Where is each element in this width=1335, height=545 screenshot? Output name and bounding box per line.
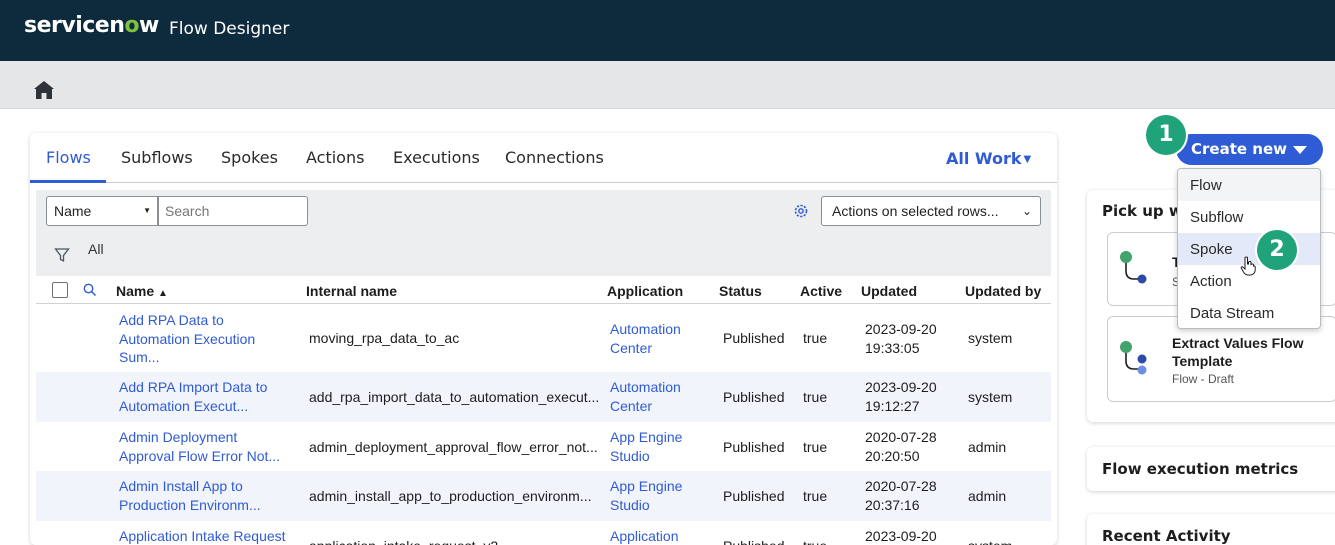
column-header-name[interactable]: Name ▲ [116,283,168,299]
app-title: Flow Designer [169,19,290,39]
flows-list-card: Flows Subflows Spokes Actions Executions… [30,133,1057,545]
application-link[interactable]: Application [610,527,679,545]
flow-icon [1120,251,1147,284]
search-input[interactable] [158,196,308,226]
column-header-status[interactable]: Status [719,283,762,299]
list-toolbar: Name▼ Actions on selected rows...⌄ All [36,190,1051,276]
status: Published [723,488,785,504]
table-row: Admin Install App to Production Environm.… [36,471,1051,521]
tab-subflows[interactable]: Subflows [121,148,193,167]
flow-execution-metrics-panel[interactable]: Flow execution metrics [1087,447,1335,491]
updated: 2020-07-28 20:20:50 [865,429,937,464]
active: true [803,537,827,545]
active-tab-indicator [30,180,106,183]
application-link[interactable]: Automation Center [610,320,681,357]
tab-bar: Flows Subflows Spokes Actions Executions… [30,133,1057,183]
active: true [803,330,828,346]
step-badge-2: 2 [1257,230,1297,270]
search-icon[interactable] [82,282,98,298]
panel-title: Flow execution metrics [1102,460,1299,478]
chevron-down-icon: ⌄ [1021,204,1032,218]
active: true [803,439,828,455]
application-link[interactable]: App Engine Studio [610,428,682,465]
create-new-menu: Flow Subflow Spoke Action Data Stream [1177,168,1321,329]
actions-on-selected-rows-select[interactable]: Actions on selected rows... ⌄ [821,196,1041,226]
internal-name: admin_deployment_approval_flow_error_not… [309,439,598,455]
table-header: Name ▲ Internal name Application Status … [36,276,1051,304]
internal-name: admin_install_app_to_production_environm… [309,488,592,504]
menu-item-flow[interactable]: Flow [1178,169,1320,201]
status: Published [723,439,785,455]
sort-ascending-icon: ▲ [158,288,168,299]
home-icon[interactable] [33,79,55,101]
column-header-internal-name[interactable]: Internal name [306,283,397,299]
create-new-button[interactable]: Create new [1176,134,1323,165]
flow-name-link[interactable]: Add RPA Data to Automation Execution Sum..… [119,311,255,367]
updated: 2023-09-20 19:33:05 [865,321,937,356]
flow-name-link[interactable]: Application Intake Request [119,527,286,545]
status: Published [723,389,785,405]
status: Published [723,330,785,346]
item-subtitle: Flow - Draft [1172,372,1235,386]
table-row: Add RPA Data to Automation Execution Sum..… [36,305,1051,372]
sub-navigation-bar [0,61,1335,109]
updated-by: admin [968,439,1007,455]
step-badge-1: 1 [1146,115,1186,155]
application-link[interactable]: App Engine Studio [610,477,682,514]
tab-spokes[interactable]: Spokes [221,148,278,167]
gear-icon[interactable] [793,203,809,219]
tab-actions[interactable]: Actions [306,148,364,167]
table-row: Add RPA Import Data to Automation Execut.… [36,372,1051,422]
active: true [803,389,828,405]
table-row: Admin Deployment Approval Flow Error Not.… [36,422,1051,471]
active: true [803,488,828,504]
updated-by: system [968,537,1012,545]
field-select[interactable]: Name ▼ [46,196,158,226]
filter-breadcrumb-all[interactable]: All [88,241,104,257]
internal-name: add_rpa_import_data_to_automation_execut… [309,389,600,405]
updated-by: system [968,389,1013,405]
tab-connections[interactable]: Connections [505,148,604,167]
flow-name-link[interactable]: Admin Deployment Approval Flow Error Not.… [119,428,280,465]
filter-icon[interactable] [54,247,70,263]
caret-down-icon: ▼ [1023,154,1032,165]
chevron-down-icon: ▼ [143,206,151,215]
status: Published [723,537,785,545]
recent-activity-panel[interactable]: Recent Activity [1087,514,1335,545]
updated-by: admin [968,488,1007,504]
menu-item-data-stream[interactable]: Data Stream [1178,297,1320,328]
column-header-updated-by[interactable]: Updated by [965,283,1041,299]
panel-title: Recent Activity [1102,527,1231,545]
column-header-active[interactable]: Active [800,283,842,299]
column-header-updated[interactable]: Updated [861,283,917,299]
flow-name-link[interactable]: Admin Install App to Production Environm.… [119,477,261,514]
internal-name: application_intake_request_v2 [309,537,498,545]
flow-name-link[interactable]: Add RPA Import Data to Automation Execut.… [119,378,267,415]
select-all-checkbox[interactable] [52,282,68,298]
hand-pointer-icon [1240,256,1256,276]
all-work-dropdown[interactable]: All Work ▼ [946,149,1031,168]
updated: 2020-07-28 20:37:16 [865,478,937,513]
menu-item-subflow[interactable]: Subflow [1178,201,1320,233]
column-header-application[interactable]: Application [607,283,683,299]
caret-down-icon [1293,146,1307,154]
table-row: Application Intake Request application_i… [36,521,1051,545]
tab-executions[interactable]: Executions [393,148,480,167]
updated: 2023-09-20 19:12:27 [865,379,937,414]
servicenow-logo[interactable]: servicenow [24,13,159,38]
top-header: servicenow Flow Designer [0,0,1335,61]
application-link[interactable]: Automation Center [610,378,681,415]
internal-name: moving_rpa_data_to_ac [309,330,460,346]
tab-flows[interactable]: Flows [46,148,91,167]
updated-by: system [968,330,1013,346]
item-title: Extract Values Flow Template [1172,335,1304,369]
updated: 2023-09-20 [865,528,937,544]
flow-icon [1120,341,1147,375]
